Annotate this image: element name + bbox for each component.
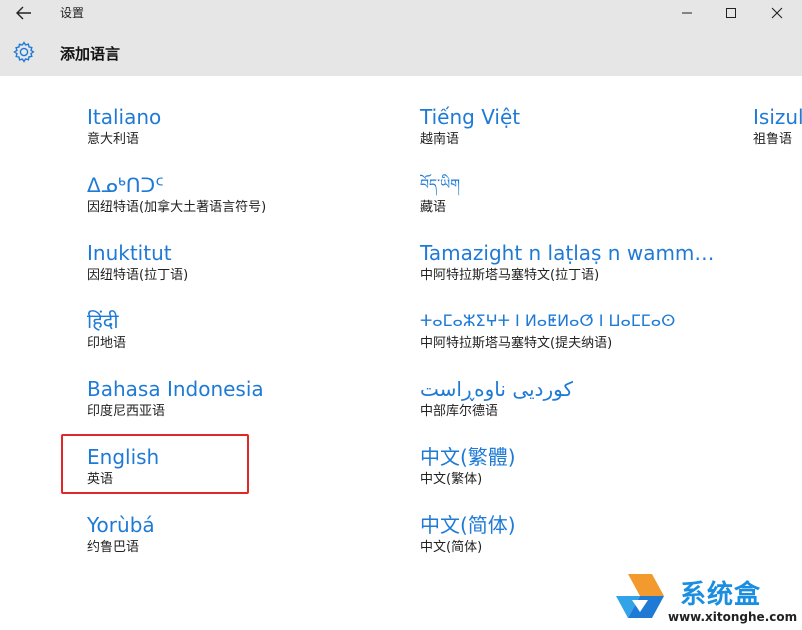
maximize-button[interactable] <box>708 0 754 26</box>
language-option-indonesian[interactable]: Bahasa Indonesia 印度尼西亚语 <box>87 376 264 421</box>
language-chinese-name: 祖鲁语 <box>753 132 793 147</box>
minimize-button[interactable] <box>664 0 710 26</box>
language-native-name: ⵜⴰⵎⴰⵣⵉⵖⵜ ⵏ ⵍⴰⵟⵍⴰⵚ ⵏ ⵡⴰⵎⵎⴰⵙ <box>420 311 676 330</box>
close-icon <box>771 7 783 19</box>
close-button[interactable] <box>754 0 800 26</box>
language-chinese-name: 中文(简体) <box>420 540 483 555</box>
language-chinese-name: 意大利语 <box>87 132 140 147</box>
language-option-tibetan[interactable]: བོད་ཡིག 藏语 <box>420 172 460 217</box>
language-native-name: ᐃᓄᒃᑎᑐᑦ <box>87 173 164 197</box>
watermark-logo-icon <box>616 574 664 618</box>
language-option-tamazight-tifinagh[interactable]: ⵜⴰⵎⴰⵣⵉⵖⵜ ⵏ ⵍⴰⵟⵍⴰⵚ ⵏ ⵡⴰⵎⵎⴰⵙ 中阿特拉斯塔马塞特文(提夫… <box>420 308 710 353</box>
back-arrow-icon <box>16 6 31 20</box>
language-native-name: Italiano <box>87 105 162 129</box>
language-chinese-name: 约鲁巴语 <box>87 540 140 555</box>
highlight-box <box>61 434 249 494</box>
language-chinese-name: 中部库尔德语 <box>420 404 499 419</box>
language-option-vietnamese[interactable]: Tiếng Việt 越南语 <box>420 104 520 149</box>
language-chinese-name: 因纽特语(加拿大土著语言符号) <box>87 200 267 215</box>
language-option-zulu[interactable]: Isizulu 祖鲁语 <box>753 104 802 149</box>
language-option-tamazight-latin[interactable]: Tamazight n laṭlaṣ n wamm… 中阿特拉斯塔马塞特文(拉丁… <box>420 240 714 285</box>
language-native-name: Tiếng Việt <box>420 105 521 129</box>
gear-icon <box>13 41 35 63</box>
language-option-yoruba[interactable]: Yorùbá 约鲁巴语 <box>87 512 155 557</box>
watermark-url: www.xitonghe.com <box>668 610 798 624</box>
language-chinese-name: 因纽特语(拉丁语) <box>87 268 189 283</box>
language-native-name: Yorùbá <box>87 513 155 537</box>
back-button[interactable] <box>10 2 38 24</box>
language-option-italiano[interactable]: Italiano 意大利语 <box>87 104 161 149</box>
watermark-brand: 系统盒 <box>680 580 762 610</box>
language-native-name: 中文(简体) <box>420 513 516 537</box>
language-chinese-name: 越南语 <box>420 132 460 147</box>
language-native-name: کوردیی ناوەڕاست <box>420 377 573 401</box>
language-option-hindi[interactable]: हिंदी 印地语 <box>87 308 126 353</box>
language-chinese-name: 中文(繁体) <box>420 472 483 487</box>
language-option-central-kurdish[interactable]: کوردیی ناوەڕاست 中部库尔德语 <box>420 376 573 421</box>
language-option-inuktitut-syllabics[interactable]: ᐃᓄᒃᑎᑐᑦ 因纽特语(加拿大土著语言符号) <box>87 172 266 217</box>
language-chinese-name: 藏语 <box>420 200 447 215</box>
language-native-name: Isizulu <box>753 105 802 129</box>
language-option-inuktitut-latin[interactable]: Inuktitut 因纽特语(拉丁语) <box>87 240 188 285</box>
language-chinese-name: 中阿特拉斯塔马塞特文(拉丁语) <box>420 268 600 283</box>
title-bar: 设置 添加语言 <box>0 0 802 76</box>
language-native-name: Bahasa Indonesia <box>87 377 264 401</box>
app-title: 设置 <box>60 6 85 20</box>
minimize-icon <box>682 12 692 14</box>
language-chinese-name: 中阿特拉斯塔马塞特文(提夫纳语) <box>420 336 613 351</box>
language-native-name: Inuktitut <box>87 241 172 265</box>
language-native-name: Tamazight n laṭlaṣ n wamm… <box>420 241 715 265</box>
language-option-chinese-simplified[interactable]: 中文(简体) 中文(简体) <box>420 512 516 557</box>
language-option-chinese-traditional[interactable]: 中文(繁體) 中文(繁体) <box>420 444 516 489</box>
language-chinese-name: 印度尼西亚语 <box>87 404 166 419</box>
language-native-name: हिंदी <box>87 309 119 333</box>
language-native-name: བོད་ཡིག <box>420 177 461 193</box>
maximize-icon <box>726 8 736 18</box>
language-native-name: 中文(繁體) <box>420 445 516 469</box>
language-chinese-name: 印地语 <box>87 336 127 351</box>
page-title: 添加语言 <box>60 45 121 63</box>
